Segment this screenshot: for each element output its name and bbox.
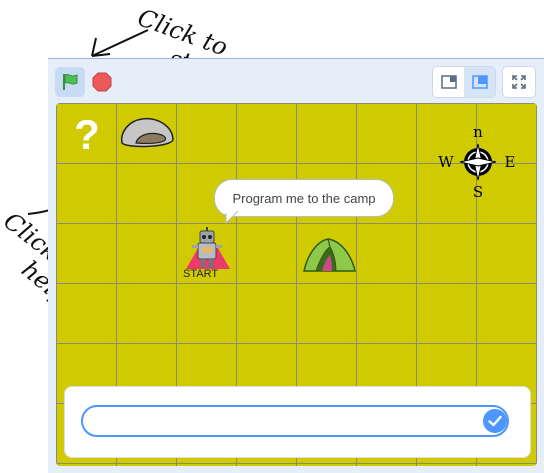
- small-stage-button[interactable]: [433, 67, 464, 97]
- start-label: START: [183, 268, 219, 280]
- speech-bubble-tail: [225, 211, 239, 225]
- start-arrowhead: [91, 37, 111, 57]
- start-arrow: [91, 29, 149, 57]
- compass-south: S: [473, 183, 483, 201]
- stage-size-toggle: [432, 66, 496, 98]
- normal-stage-icon: [471, 75, 488, 89]
- fullscreen-button[interactable]: [502, 66, 536, 98]
- ask-panel: [64, 386, 531, 458]
- answer-input[interactable]: [81, 405, 509, 437]
- normal-stage-button[interactable]: [464, 67, 495, 97]
- fullscreen-icon: [512, 75, 526, 89]
- green-flag-icon: [63, 74, 78, 90]
- compass-north: n: [473, 123, 483, 141]
- compass-west: W: [438, 153, 454, 171]
- compass-sprite: n S W E: [438, 123, 516, 201]
- camp-tent-sprite: [303, 238, 356, 272]
- rock-sprite: [120, 117, 174, 148]
- stage-frame: ? n S W E Program me to the camp START: [48, 58, 544, 473]
- stop-sign-icon: [92, 72, 112, 92]
- stage-canvas[interactable]: ? n S W E Program me to the camp START: [56, 103, 537, 466]
- small-stage-icon: [440, 75, 457, 89]
- submit-answer-button[interactable]: [483, 409, 507, 433]
- stop-button[interactable]: [87, 67, 117, 97]
- compass-east: E: [505, 153, 516, 171]
- green-flag-button[interactable]: [55, 67, 85, 97]
- help-question-sprite[interactable]: ?: [72, 111, 102, 155]
- checkmark-icon: [488, 415, 502, 427]
- help-question-icon: ?: [74, 111, 100, 155]
